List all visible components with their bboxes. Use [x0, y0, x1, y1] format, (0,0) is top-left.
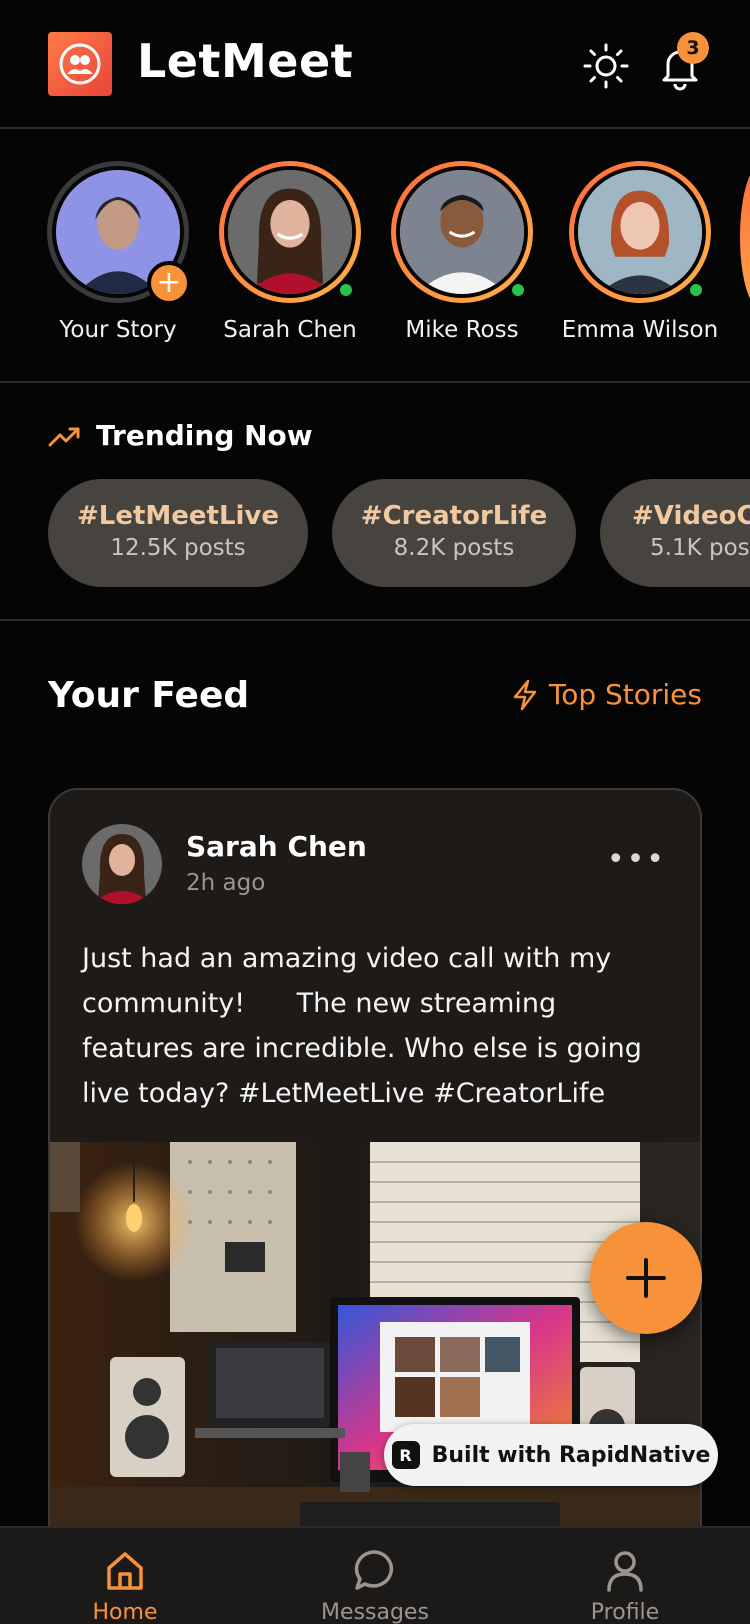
story-mike-ross[interactable]: Mike Ross — [382, 161, 542, 343]
avatar — [396, 166, 528, 298]
create-post-button[interactable] — [590, 1222, 702, 1334]
story-sarah-chen[interactable]: Sarah Chen — [210, 161, 370, 343]
tab-profile[interactable]: Profile — [535, 1546, 715, 1624]
tag-name: #CreatorLife — [360, 501, 548, 531]
notification-badge: 3 — [677, 32, 709, 64]
story-ring — [391, 161, 533, 303]
story-name: Mike Ross — [405, 317, 519, 343]
trending-tag[interactable]: #LetMeetLive 12.5K posts — [48, 479, 308, 587]
tag-name: #VideoCa — [632, 501, 750, 531]
more-options-icon[interactable]: ••• — [607, 842, 666, 877]
tag-count: 5.1K post — [650, 535, 750, 561]
post-time: 2h ago — [186, 870, 266, 896]
story-name: Emma Wilson — [561, 317, 719, 343]
trending-section: Trending Now #LetMeetLive 12.5K posts #C… — [0, 385, 750, 621]
story-ring — [569, 161, 711, 303]
trending-tag[interactable]: #VideoCa 5.1K post — [600, 479, 750, 587]
story-ring: + — [47, 161, 191, 305]
trending-title: Trending Now — [96, 419, 313, 452]
tag-count: 12.5K posts — [110, 535, 246, 561]
top-stories-label: Top Stories — [548, 678, 702, 711]
user-icon — [607, 1551, 643, 1592]
users-icon — [59, 43, 101, 85]
built-with-badge[interactable]: R Built with RapidNative — [384, 1424, 718, 1486]
post-text: Just had an amazing video call with my c… — [82, 943, 642, 1109]
app-header: LetMeet 3 — [0, 0, 750, 129]
stories-row: + Your Story Sarah Chen Mike Ross Emma W… — [0, 131, 750, 383]
online-indicator — [337, 281, 355, 299]
online-indicator — [509, 281, 527, 299]
tag-count: 8.2K posts — [393, 535, 515, 561]
post-author[interactable]: Sarah Chen — [186, 830, 367, 863]
rapidnative-logo-icon: R — [391, 1441, 420, 1469]
avatar[interactable] — [82, 824, 162, 904]
app-logo[interactable] — [48, 32, 112, 96]
avatar — [574, 166, 706, 298]
trending-tag[interactable]: #CreatorLife 8.2K posts — [332, 479, 576, 587]
app-title: LetMeet — [137, 34, 354, 88]
built-with-label: Built with RapidNative — [431, 1442, 711, 1468]
story-next-partial[interactable] — [740, 166, 750, 308]
sun-icon[interactable] — [582, 42, 630, 90]
top-stories-button[interactable]: Top Stories — [511, 678, 702, 711]
home-icon — [107, 1552, 143, 1590]
story-ring — [219, 161, 361, 303]
feed-title: Your Feed — [48, 675, 250, 716]
story-emma-wilson[interactable]: Emma Wilson — [560, 161, 720, 343]
bottom-tab-bar: Home Messages Profile — [0, 1526, 750, 1624]
lightning-icon — [513, 679, 537, 710]
tab-home[interactable]: Home — [35, 1546, 215, 1624]
tab-messages[interactable]: Messages — [285, 1546, 465, 1624]
chat-icon — [354, 1550, 393, 1590]
avatar — [224, 166, 356, 298]
post-card: Sarah Chen 2h ago ••• Just had an amazin… — [48, 788, 702, 1624]
tab-label: Home — [92, 1600, 158, 1624]
story-your-story[interactable]: + Your Story — [38, 161, 198, 343]
story-name: Sarah Chen — [223, 317, 357, 343]
tab-label: Profile — [590, 1600, 660, 1624]
plus-icon — [626, 1258, 666, 1298]
trending-up-icon — [48, 427, 80, 447]
tab-label: Messages — [321, 1600, 429, 1624]
story-name: Your Story — [59, 317, 177, 343]
online-indicator — [687, 281, 705, 299]
tag-name: #LetMeetLive — [76, 501, 280, 531]
add-story-button[interactable]: + — [147, 261, 191, 305]
